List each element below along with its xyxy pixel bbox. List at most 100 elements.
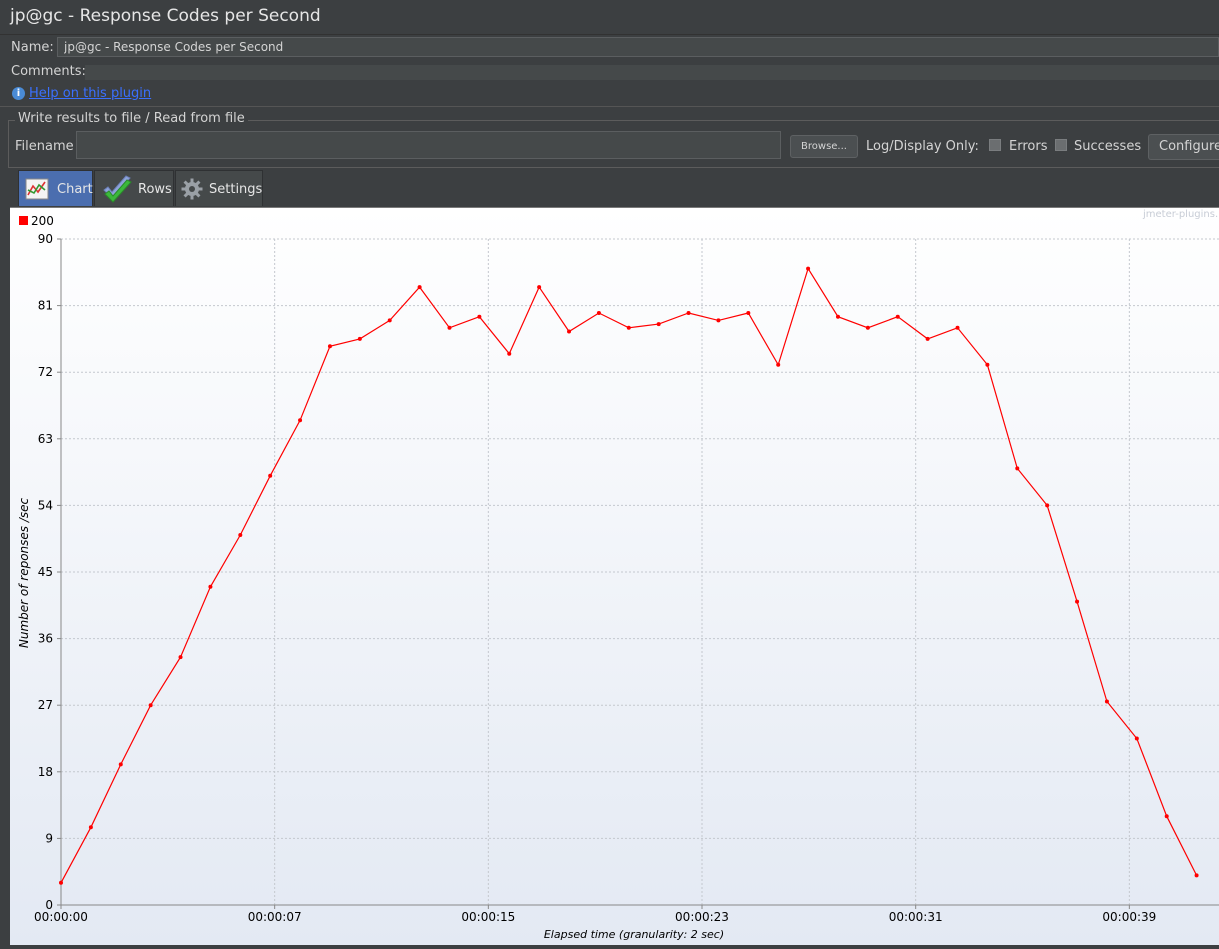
y-axis-label: Number of reponses /sec — [17, 497, 31, 648]
tab-chart[interactable]: Chart — [18, 170, 93, 206]
data-point — [835, 314, 840, 319]
data-point — [806, 266, 811, 271]
comments-row: Comments: — [0, 62, 1219, 80]
successes-checkbox[interactable] — [1055, 139, 1067, 151]
data-point — [865, 325, 870, 330]
x-tick-label: 00:00:23 — [675, 910, 729, 924]
data-point — [1194, 873, 1199, 878]
data-point — [955, 325, 960, 330]
data-point — [567, 329, 572, 334]
data-point — [387, 318, 392, 323]
filename-label: Filename — [15, 139, 74, 154]
data-point — [178, 655, 183, 660]
name-input[interactable] — [57, 37, 1219, 57]
tab-rows[interactable]: Rows — [94, 170, 174, 206]
data-point — [925, 336, 930, 341]
data-point — [118, 762, 123, 767]
data-point — [477, 314, 482, 319]
data-point — [327, 344, 332, 349]
x-tick-label: 00:00:31 — [889, 910, 943, 924]
y-tick-label: 9 — [45, 831, 53, 845]
data-point — [686, 311, 691, 315]
data-point — [357, 336, 362, 341]
y-tick-label: 90 — [38, 232, 53, 246]
data-point — [985, 362, 990, 367]
y-tick-label: 63 — [38, 432, 53, 446]
comments-input[interactable] — [85, 65, 1219, 80]
chart-legend: 200 — [19, 214, 54, 228]
data-point — [596, 311, 601, 315]
data-point — [656, 322, 661, 327]
y-tick-label: 18 — [38, 765, 53, 779]
series-line-200 — [60, 267, 1198, 884]
name-label: Name: — [11, 40, 54, 55]
x-tick-label: 00:00:15 — [461, 910, 515, 924]
tab-rows-label: Rows — [138, 182, 172, 197]
help-row: i Help on this plugin — [0, 84, 1219, 104]
window-titlebar: jp@gc - Response Codes per Second — [0, 0, 1219, 35]
file-panel-legend: Write results to file / Read from file — [15, 111, 248, 126]
data-point — [537, 285, 542, 290]
data-point — [746, 311, 751, 315]
filename-input[interactable] — [76, 131, 781, 159]
y-tick-label: 45 — [38, 565, 53, 579]
data-point — [268, 473, 273, 478]
response-codes-chart: 09182736455463728190 00:00:00 00:00:07 00:… — [17, 209, 1219, 941]
help-link[interactable]: Help on this plugin — [29, 86, 151, 101]
data-point — [208, 584, 213, 589]
data-point — [716, 318, 721, 323]
info-icon: i — [12, 87, 25, 100]
y-tick-label: 54 — [38, 498, 53, 512]
data-point — [1104, 699, 1109, 704]
data-point — [1075, 599, 1080, 604]
data-point — [88, 825, 93, 830]
data-point — [507, 351, 512, 356]
window-title: jp@gc - Response Codes per Second — [10, 6, 321, 26]
comments-label: Comments: — [11, 64, 86, 79]
errors-label: Errors — [1009, 139, 1048, 154]
legend-label-200: 200 — [31, 214, 54, 228]
tab-chart-label: Chart — [57, 182, 93, 197]
file-panel: Write results to file / Read from file F… — [8, 111, 1219, 168]
data-point — [1015, 466, 1020, 471]
data-point — [895, 314, 900, 319]
browse-button[interactable]: Browse... — [790, 135, 858, 158]
errors-checkbox[interactable] — [989, 139, 1001, 151]
x-axis-ticks: 00:00:00 00:00:07 00:00:15 00:00:23 00:00:31… — [34, 905, 1156, 924]
y-tick-label: 27 — [38, 698, 53, 712]
legend-swatch-200 — [19, 216, 28, 225]
name-row: Name: — [0, 36, 1219, 58]
data-point — [776, 362, 781, 367]
x-axis-label: Elapsed time (granularity: 2 sec) — [544, 928, 724, 941]
data-point — [626, 325, 631, 330]
successes-label: Successes — [1074, 139, 1142, 154]
chart-panel: 0 9 18 27 36 45 54 63 72 81 90 00:00:00 00:00:07 00:… — [10, 207, 1219, 945]
checkmark-icon — [103, 175, 132, 203]
x-tick-label: 00:00:00 — [34, 910, 88, 924]
data-point — [1134, 736, 1139, 741]
chart-grid — [60, 238, 1219, 906]
chart-watermark: jmeter-plugins. — [1142, 209, 1218, 220]
data-point — [238, 533, 243, 537]
chart-series — [59, 266, 1199, 885]
data-point — [59, 880, 63, 885]
data-point — [148, 703, 153, 708]
chart-icon — [25, 178, 49, 200]
x-tick-label: 00:00:39 — [1102, 910, 1156, 924]
tab-settings-label: Settings — [209, 182, 263, 197]
log-display-label: Log/Display Only: — [866, 139, 979, 154]
divider — [0, 106, 1219, 107]
tab-settings[interactable]: Settings — [175, 170, 263, 206]
data-point — [417, 285, 422, 290]
data-point — [1045, 503, 1050, 508]
data-point — [447, 325, 452, 330]
y-tick-label: 81 — [38, 299, 53, 313]
configure-button[interactable]: Configure — [1148, 134, 1219, 160]
y-tick-label: 72 — [38, 365, 53, 379]
x-tick-label: 00:00:07 — [248, 910, 302, 924]
data-point — [298, 418, 303, 423]
data-point — [1164, 814, 1169, 819]
y-axis-ticks: 09182736455463728190 — [38, 232, 61, 912]
gear-icon — [181, 178, 203, 200]
y-tick-label: 36 — [38, 632, 53, 646]
